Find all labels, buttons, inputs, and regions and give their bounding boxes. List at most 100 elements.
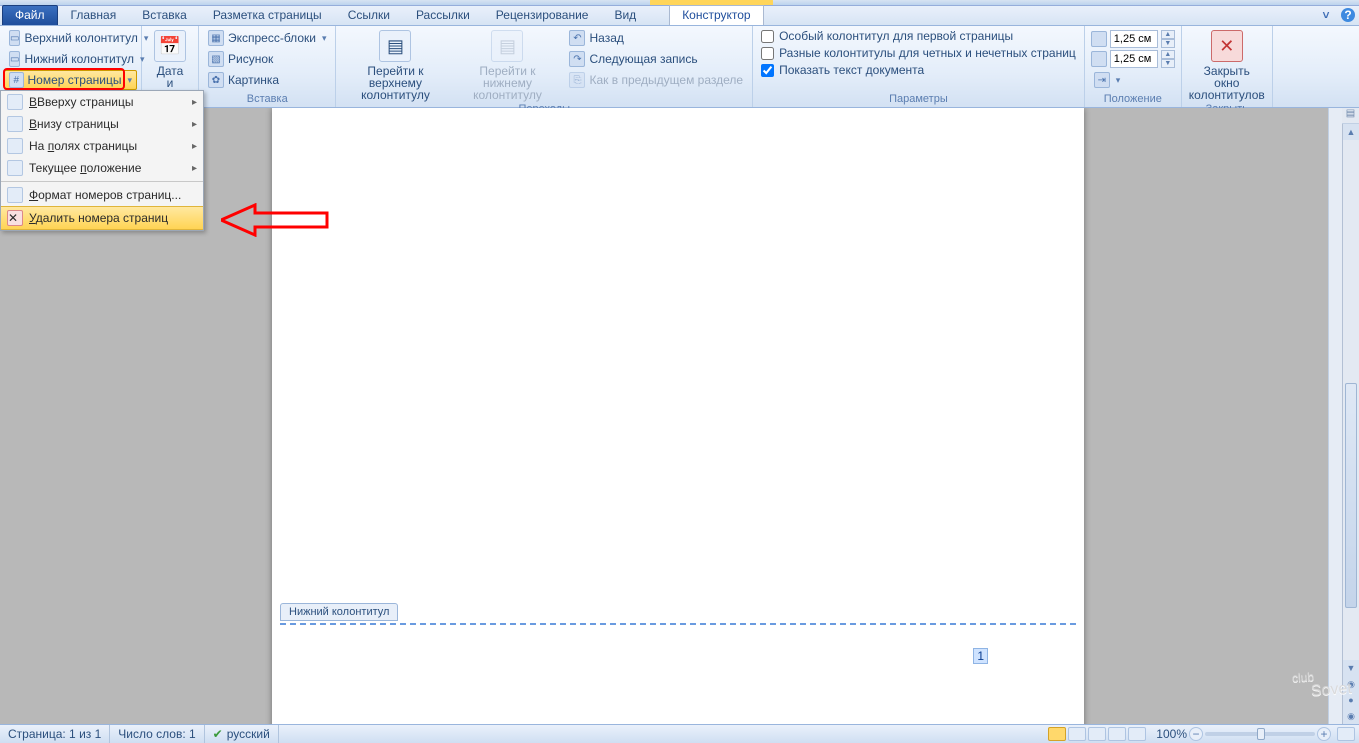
- scroll-up-button[interactable]: ▲: [1343, 124, 1359, 140]
- header-from-top-input[interactable]: [1110, 30, 1158, 48]
- tab-mailings[interactable]: Рассылки: [403, 5, 483, 25]
- status-page[interactable]: Страница: 1 из 1: [0, 725, 110, 743]
- footer-from-bottom-input[interactable]: [1110, 50, 1158, 68]
- footer-region-tab: Нижний колонтитул: [280, 603, 398, 621]
- goto-footer-icon: ▤: [491, 30, 523, 62]
- tab-insert[interactable]: Вставка: [129, 5, 200, 25]
- menu-format-page-numbers[interactable]: Формат номеров страниц...: [1, 184, 203, 206]
- tab-designer[interactable]: Конструктор: [669, 5, 763, 25]
- close-icon: ✕: [1211, 30, 1243, 62]
- view-web-button[interactable]: [1088, 727, 1106, 741]
- zoom-in-button[interactable]: +: [1317, 727, 1331, 741]
- footer-bottom-icon: [1091, 51, 1107, 67]
- diff-first-checkbox[interactable]: Особый колонтитул для первой страницы: [757, 28, 1080, 44]
- page-number-label: Номер страницы: [28, 73, 122, 87]
- tab-references[interactable]: Ссылки: [335, 5, 403, 25]
- zoom-slider[interactable]: [1205, 732, 1315, 736]
- footer-label: Нижний колонтитул: [24, 52, 134, 66]
- tab-page-layout[interactable]: Разметка страницы: [200, 5, 335, 25]
- header-label: Верхний колонтитул: [24, 31, 137, 45]
- spin-down[interactable]: ▼: [1161, 39, 1175, 48]
- fullscreen-button[interactable]: [1337, 727, 1355, 741]
- header-top-icon: [1091, 31, 1107, 47]
- date-time-l1: Дата и: [152, 65, 188, 89]
- tab-file[interactable]: Файл: [2, 5, 58, 25]
- zoom-level[interactable]: 100%: [1156, 727, 1187, 741]
- goto-header-button[interactable]: ▤ Перейти к верхнему колонтитулу: [340, 28, 450, 103]
- scroll-thumb[interactable]: [1345, 383, 1357, 608]
- tab-home[interactable]: Главная: [58, 5, 130, 25]
- menu-separator: [1, 181, 203, 182]
- view-fullscreen-button[interactable]: [1068, 727, 1086, 741]
- group-label-insert: Вставка: [203, 93, 331, 107]
- zoom-out-button[interactable]: −: [1189, 727, 1203, 741]
- tab-view[interactable]: Вид: [601, 5, 649, 25]
- status-language[interactable]: ✔русский: [205, 725, 279, 743]
- prev-icon: ↶: [569, 30, 585, 46]
- calendar-icon: 📅: [154, 30, 186, 62]
- ribbon-tabs: Файл Главная Вставка Разметка страницы С…: [0, 6, 1359, 26]
- vertical-scrollbar[interactable]: ▤ ▲ ▼ ◉ ● ◉: [1342, 108, 1359, 724]
- vertical-ruler: [1328, 108, 1342, 724]
- group-options: Особый колонтитул для первой страницы Ра…: [753, 26, 1085, 107]
- ruler-toggle-icon[interactable]: ▤: [1342, 108, 1359, 124]
- spin-up[interactable]: ▲: [1161, 30, 1175, 39]
- help-icon[interactable]: ?: [1341, 8, 1355, 22]
- page-number-menu: ВВверху страницы Внизу страницы На полях…: [0, 90, 204, 231]
- menu-bottom-of-page[interactable]: Внизу страницы: [1, 113, 203, 135]
- browse-object-button[interactable]: ●: [1343, 692, 1359, 708]
- view-draft-button[interactable]: [1128, 727, 1146, 741]
- header-from-top-spinner[interactable]: ▲▼: [1089, 30, 1177, 48]
- next-section-button[interactable]: ↷Следующая запись: [564, 49, 748, 69]
- header-icon: ▭: [9, 30, 20, 46]
- next-icon: ↷: [569, 51, 585, 67]
- footer-icon: ▭: [9, 51, 20, 67]
- page-number-icon: #: [9, 72, 24, 88]
- align-tab-icon: ⇥: [1094, 72, 1110, 88]
- diff-oddeven-checkbox[interactable]: Разные колонтитулы для четных и нечетных…: [757, 45, 1080, 61]
- quick-parts-icon: ▦: [208, 30, 224, 46]
- group-navigation: ▤ Перейти к верхнему колонтитулу ▤ Перей…: [336, 26, 753, 107]
- status-word-count[interactable]: Число слов: 1: [110, 725, 204, 743]
- view-outline-button[interactable]: [1108, 727, 1126, 741]
- prev-page-button[interactable]: ◉: [1343, 676, 1359, 692]
- insert-align-tab-button[interactable]: ⇥: [1089, 70, 1177, 90]
- clipart-icon: ✿: [208, 72, 224, 88]
- page-top-icon: [7, 94, 23, 110]
- group-label-position: Положение: [1089, 93, 1177, 107]
- minimize-ribbon-icon[interactable]: ˅: [1319, 8, 1333, 22]
- close-header-footer-button[interactable]: ✕ Закрыть окно колонтитулов: [1186, 28, 1268, 103]
- page-bottom-icon: [7, 116, 23, 132]
- zoom-knob[interactable]: [1257, 728, 1265, 740]
- page-number-field[interactable]: 1: [973, 648, 988, 664]
- header-button[interactable]: ▭ Верхний колонтитул: [4, 28, 137, 48]
- picture-icon: ▧: [208, 51, 224, 67]
- remove-icon: ✕: [7, 210, 23, 226]
- footer-button[interactable]: ▭ Нижний колонтитул: [4, 49, 137, 69]
- spin-down[interactable]: ▼: [1161, 59, 1175, 68]
- link-icon: ⎘: [569, 72, 585, 88]
- menu-page-margins[interactable]: На полях страницы: [1, 135, 203, 157]
- menu-remove-page-numbers[interactable]: ✕Удалить номера страниц: [1, 206, 203, 230]
- link-previous-button: ⎘Как в предыдущем разделе: [564, 70, 748, 90]
- picture-button[interactable]: ▧Рисунок: [203, 49, 331, 69]
- document-page[interactable]: Нижний колонтитул 1: [272, 108, 1084, 724]
- previous-section-button[interactable]: ↶Назад: [564, 28, 748, 48]
- group-position: ▲▼ ▲▼ ⇥ Положение: [1085, 26, 1182, 107]
- quick-parts-button[interactable]: ▦Экспресс-блоки: [203, 28, 331, 48]
- group-label-options: Параметры: [757, 93, 1080, 107]
- view-print-layout-button[interactable]: [1048, 727, 1066, 741]
- menu-current-position[interactable]: Текущее положение: [1, 157, 203, 179]
- scroll-down-button[interactable]: ▼: [1343, 660, 1359, 676]
- tab-review[interactable]: Рецензирование: [483, 5, 602, 25]
- show-doc-text-checkbox[interactable]: Показать текст документа: [757, 62, 1080, 78]
- next-page-button[interactable]: ◉: [1343, 708, 1359, 724]
- footer-from-bottom-spinner[interactable]: ▲▼: [1089, 50, 1177, 68]
- group-close: ✕ Закрыть окно колонтитулов Закрыть: [1182, 26, 1273, 107]
- spin-up[interactable]: ▲: [1161, 50, 1175, 59]
- clipart-button[interactable]: ✿Картинка: [203, 70, 331, 90]
- spellcheck-icon: ✔: [213, 727, 223, 741]
- page-margins-icon: [7, 138, 23, 154]
- menu-top-of-page[interactable]: ВВверху страницы: [1, 91, 203, 113]
- page-number-button[interactable]: # Номер страницы: [4, 70, 137, 90]
